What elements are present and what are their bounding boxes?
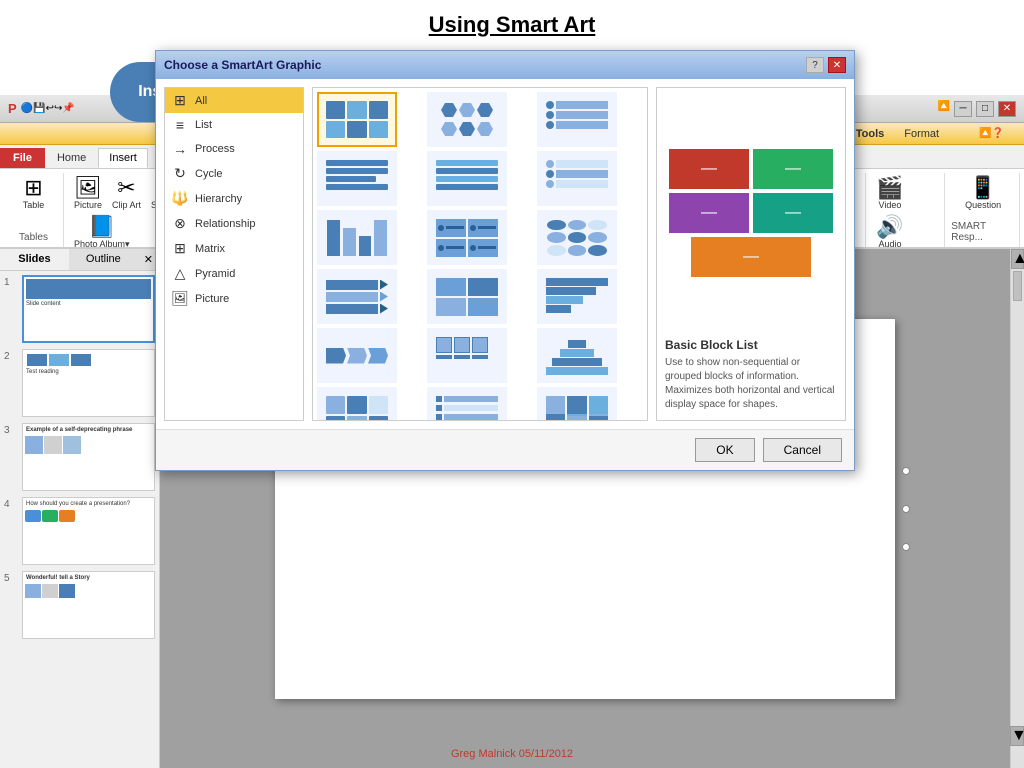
dialog-title-bar: Choose a SmartArt Graphic ? ✕ — [156, 51, 854, 79]
smartart-item-matrix[interactable] — [427, 269, 507, 324]
category-list: ⊞ All ≡ List → Process ↻ Cycle — [164, 87, 304, 421]
smartart-item-colblocks[interactable] — [537, 387, 617, 421]
page-background: Using Smart Art Insert P 🔵💾↩↪📌 READStuff… — [0, 0, 1024, 768]
dialog-help-button[interactable]: ? — [806, 57, 824, 73]
smartart-item-pyramid[interactable] — [537, 328, 617, 383]
smartart-item-chevrons[interactable] — [317, 328, 397, 383]
preview-description: Use to show non-sequential or grouped bl… — [665, 356, 837, 412]
preview-rect-red: — — [669, 149, 749, 189]
smartart-item-barlist[interactable] — [427, 387, 507, 421]
pyramid-icon: △ — [171, 265, 189, 282]
list-cat-icon: ≡ — [171, 117, 189, 133]
smartart-item-picture1[interactable] — [427, 328, 507, 383]
picture-cat-icon: 🖼 — [171, 290, 189, 307]
dialog-title: Choose a SmartArt Graphic — [164, 58, 321, 72]
preview-title: Basic Block List — [665, 338, 837, 352]
smartart-item-basic-block[interactable] — [317, 92, 397, 147]
preview-row-1: — — — [669, 149, 833, 189]
smartart-item-arrows[interactable] — [317, 269, 397, 324]
dialog-overlay: Choose a SmartArt Graphic ? ✕ ⊞ All ≡ Li… — [0, 0, 1024, 768]
dialog-body: ⊞ All ≡ List → Process ↻ Cycle — [156, 79, 854, 429]
category-cycle[interactable]: ↻ Cycle — [165, 161, 303, 186]
relationship-icon: ⊗ — [171, 215, 189, 232]
smartart-item-dotgrid[interactable] — [537, 210, 617, 265]
category-relationship[interactable]: ⊗ Relationship — [165, 211, 303, 236]
smartart-item-lines2[interactable] — [427, 151, 507, 206]
smartart-item-tabs[interactable] — [427, 210, 507, 265]
preview-rect-orange: — — [691, 237, 811, 277]
category-hierarchy[interactable]: 🔱 Hierarchy — [165, 186, 303, 211]
category-picture[interactable]: 🖼 Picture — [165, 286, 303, 311]
smartart-item-lines1[interactable] — [317, 151, 397, 206]
smartart-item-vbars[interactable] — [317, 210, 397, 265]
smartart-preview-pane: — — — — — Basic Block List Use to show n… — [656, 87, 846, 421]
smartart-item-stacked[interactable] — [537, 92, 617, 147]
dialog-footer: OK Cancel — [156, 429, 854, 470]
smartart-dialog: Choose a SmartArt Graphic ? ✕ ⊞ All ≡ Li… — [155, 50, 855, 471]
preview-rect-teal: — — [753, 193, 833, 233]
preview-rect-green: — — [753, 149, 833, 189]
dialog-cancel-button[interactable]: Cancel — [763, 438, 842, 462]
category-list-item[interactable]: ≡ List — [165, 113, 303, 137]
dialog-controls: ? ✕ — [806, 57, 846, 73]
matrix-icon: ⊞ — [171, 240, 189, 257]
all-icon: ⊞ — [171, 92, 189, 109]
hierarchy-icon: 🔱 — [171, 190, 189, 207]
cycle-icon: ↻ — [171, 165, 189, 182]
category-process[interactable]: → Process — [165, 137, 303, 161]
smartart-item-grid2[interactable] — [317, 387, 397, 421]
process-icon: → — [171, 141, 189, 157]
dialog-close-button[interactable]: ✕ — [828, 57, 846, 73]
category-matrix[interactable]: ⊞ Matrix — [165, 236, 303, 261]
smartart-item-stepped[interactable] — [537, 269, 617, 324]
preview-rect-purple: — — [669, 193, 749, 233]
preview-shapes: — — — — — — [665, 96, 837, 330]
dialog-ok-button[interactable]: OK — [695, 438, 754, 462]
preview-row-3: — — [691, 237, 811, 277]
smartart-grid — [312, 87, 648, 421]
category-all[interactable]: ⊞ All — [165, 88, 303, 113]
smartart-item-dotlines[interactable] — [537, 151, 617, 206]
preview-row-2: — — — [669, 193, 833, 233]
smartart-item-hex[interactable] — [427, 92, 507, 147]
category-pyramid[interactable]: △ Pyramid — [165, 261, 303, 286]
